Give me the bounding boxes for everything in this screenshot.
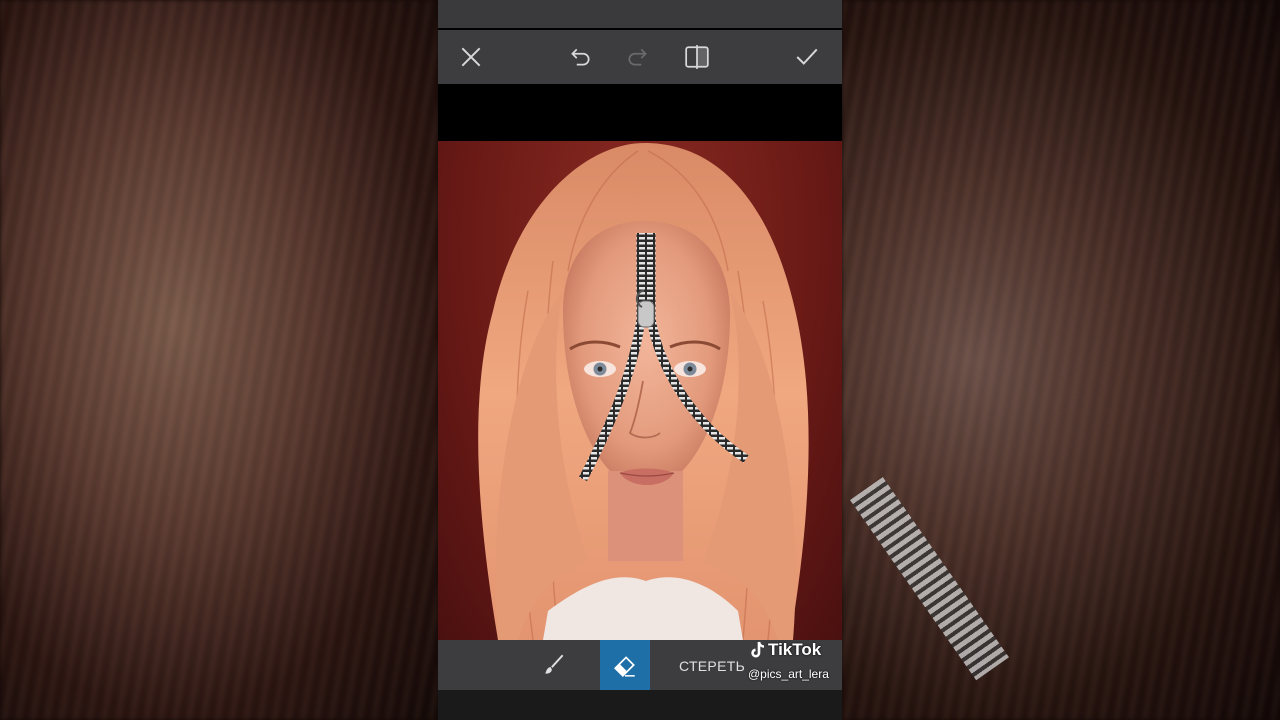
- top-toolbar: [438, 30, 842, 84]
- tiktok-brand: TikTok: [750, 640, 821, 660]
- status-bar: [438, 0, 842, 28]
- compare-button[interactable]: [679, 39, 715, 75]
- photo-canvas[interactable]: [438, 141, 842, 640]
- mode-label: СТЕРЕТЬ: [679, 658, 746, 674]
- eraser-tool-button[interactable]: [600, 640, 650, 690]
- close-icon: [461, 47, 481, 67]
- brush-tool-button[interactable]: [536, 647, 572, 683]
- blurred-background-right: [842, 0, 1280, 720]
- tiktok-logo-icon: [751, 641, 765, 658]
- bottom-edge: [438, 690, 842, 720]
- undo-icon: [571, 48, 590, 66]
- close-button[interactable]: [453, 39, 489, 75]
- redo-button[interactable]: [620, 39, 656, 75]
- blurred-background-left: [0, 0, 438, 720]
- editor-screen: СТЕРЕТЬ TikTok @pics_art_lera: [438, 0, 842, 720]
- tiktok-handle: @pics_art_lera: [748, 667, 829, 681]
- tiktok-watermark: TikTok @pics_art_lera: [748, 640, 842, 686]
- undo-button[interactable]: [562, 39, 598, 75]
- brush-icon: [545, 654, 564, 674]
- compare-icon: [685, 45, 709, 69]
- check-icon: [796, 48, 818, 65]
- apply-button[interactable]: [789, 39, 825, 75]
- redo-icon: [628, 48, 647, 66]
- eraser-icon: [614, 656, 635, 678]
- tiktok-brand-text: TikTok: [768, 640, 822, 659]
- portrait-photo: [478, 142, 809, 640]
